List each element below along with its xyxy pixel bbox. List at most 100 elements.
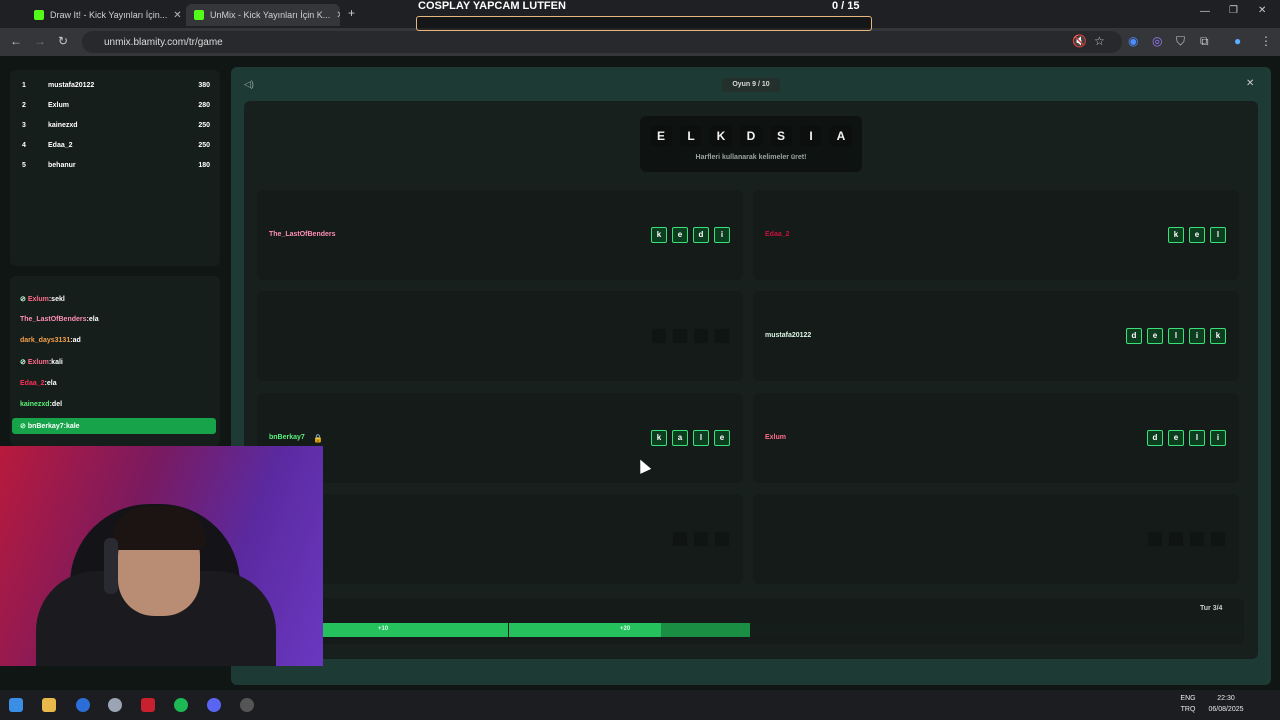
chat-username[interactable]: dark_days3131 xyxy=(20,337,70,344)
close-tab-icon[interactable]: ✕ xyxy=(173,10,181,21)
chrome-icon[interactable] xyxy=(76,698,90,712)
player-name: mustafa20122 xyxy=(48,82,95,89)
word-letter-tile xyxy=(693,531,709,547)
lang-line: ENG xyxy=(1180,695,1196,702)
chat-username[interactable]: Edaa_2 xyxy=(20,380,45,387)
word-letter-tile xyxy=(1189,531,1205,547)
chat-message: ⊘ bnBerkay7:kale xyxy=(20,422,80,430)
profile-avatar-icon[interactable]: ● xyxy=(1234,34,1241,48)
system-clock[interactable]: 22:30 06/08/2025 xyxy=(1208,693,1244,715)
word-letter-tile: i xyxy=(1210,430,1226,446)
extensions-puzzle-icon[interactable]: ⧉ xyxy=(1200,34,1209,49)
card-player-name: bnBerkay7 xyxy=(269,434,305,441)
word-letter-tile: e xyxy=(1147,328,1163,344)
lock-icon: 🔒 xyxy=(313,434,323,443)
app-icon[interactable] xyxy=(108,698,122,712)
player-score: 250 xyxy=(198,122,210,129)
player-card: Exlum d e l i xyxy=(753,393,1239,483)
minimize-icon[interactable]: — xyxy=(1200,6,1210,17)
chat-text: sekl xyxy=(51,296,65,303)
leaderboard-row: 5 behanur 180 xyxy=(22,162,210,174)
maximize-icon[interactable]: ❐ xyxy=(1229,5,1238,16)
chat-text: ela xyxy=(46,380,57,387)
windows-start-icon[interactable] xyxy=(9,698,23,712)
mute-tab-icon[interactable]: 🔇 xyxy=(1072,34,1087,48)
bookmark-star-icon[interactable]: ☆ xyxy=(1094,34,1105,48)
word-letter-tile: d xyxy=(693,227,709,243)
word-letter-tile xyxy=(714,531,730,547)
player-card: Edaa_2 k e l xyxy=(753,190,1239,280)
letter-tile: D xyxy=(740,126,762,146)
word-letter-tile: k xyxy=(651,227,667,243)
forward-icon[interactable]: → xyxy=(34,34,46,48)
word-letter-tile: e xyxy=(1189,227,1205,243)
close-window-icon[interactable]: ✕ xyxy=(1258,5,1266,16)
chat-message: ⊘ Exlum:sekl xyxy=(20,295,65,303)
extension-eye-icon[interactable]: ◎ xyxy=(1152,34,1162,48)
word-letter-tile: d xyxy=(1147,430,1163,446)
player-card: bnBerkay7 🔒 k a l e xyxy=(257,393,743,483)
tab-unmix[interactable]: UnMix - Kick Yayınları İçin K... ✕ xyxy=(186,4,340,26)
file-explorer-icon[interactable] xyxy=(42,698,56,712)
headset-icon xyxy=(104,538,118,594)
chat-username[interactable]: bnBerkay7 xyxy=(28,423,64,430)
rank: 5 xyxy=(22,162,26,169)
close-tab-icon[interactable]: ✕ xyxy=(336,10,340,21)
player-card: mustafa20122 d e l i k xyxy=(753,291,1239,381)
chat-message: kainezxd:del xyxy=(20,401,62,408)
shield-icon[interactable]: ⛉ xyxy=(1176,34,1185,49)
new-tab-icon[interactable]: + xyxy=(348,6,355,20)
menu-icon[interactable]: ⋮ xyxy=(1260,34,1272,48)
letter-tile: K xyxy=(710,126,732,146)
clock-time: 22:30 xyxy=(1217,695,1235,702)
reload-icon[interactable]: ↻ xyxy=(58,34,68,48)
rank: 2 xyxy=(22,102,26,109)
chat-text: del xyxy=(51,401,63,408)
word-letter-tile: i xyxy=(714,227,730,243)
player-score: 180 xyxy=(198,162,210,169)
chat-message: The_LastOfBenders:ela xyxy=(20,316,99,323)
word-letter-tile xyxy=(1168,531,1184,547)
word-letter-tile: k xyxy=(1168,227,1184,243)
chat-username[interactable]: Exlum xyxy=(28,359,49,366)
back-icon[interactable]: ← xyxy=(10,34,22,48)
player-card xyxy=(257,291,743,381)
progress-label: +10 xyxy=(378,626,389,632)
hint-text: Harfleri kullanarak kelimeler üret! xyxy=(695,154,807,161)
close-icon[interactable]: ✕ xyxy=(1246,78,1254,89)
letter-tile: S xyxy=(770,126,792,146)
kick-favicon-icon xyxy=(194,10,204,20)
leaderboard-row: 3 kainezxd 250 xyxy=(22,122,210,134)
word-letter-tile: d xyxy=(1126,328,1142,344)
obs-app-icon[interactable] xyxy=(141,698,155,712)
progress-panel xyxy=(257,598,1244,644)
goal-count: 0 / 15 xyxy=(832,0,860,12)
lang-line: TRQ xyxy=(1180,706,1196,713)
card-player-name: mustafa20122 xyxy=(765,332,812,339)
spotify-icon[interactable] xyxy=(174,698,188,712)
kick-favicon-icon xyxy=(34,10,44,20)
chat-username[interactable]: Exlum xyxy=(28,296,49,303)
player-card: The_LastOfBenders k e d i xyxy=(257,190,743,280)
app-icon[interactable] xyxy=(240,698,254,712)
chat-message: dark_days3131:ad xyxy=(20,337,81,344)
address-bar[interactable]: unmix.blamity.com/tr/game xyxy=(82,31,1122,53)
chat-username[interactable]: The_LastOfBenders xyxy=(20,316,87,323)
sound-icon[interactable]: ◁) xyxy=(244,79,254,90)
extension-icon[interactable]: ◉ xyxy=(1128,34,1138,48)
leaderboard-row: 2 Exlum 280 xyxy=(22,102,210,114)
letters-panel: ELKDSIA Harfleri kullanarak kelimeler ür… xyxy=(640,116,862,172)
tab-draw-it[interactable]: Draw It! - Kick Yayınları İçin... ✕ xyxy=(26,4,182,26)
language-indicator[interactable]: ENG TRQ xyxy=(1176,693,1200,715)
word-letter-tile: e xyxy=(714,430,730,446)
discord-icon[interactable] xyxy=(207,698,221,712)
progress-segment xyxy=(509,623,661,637)
rank: 1 xyxy=(22,82,26,89)
tab-title: UnMix - Kick Yayınları İçin K... xyxy=(210,10,331,20)
leaderboard-row: 1 mustafa20122 380 xyxy=(22,82,210,94)
letter-tile: L xyxy=(680,126,702,146)
chat-username[interactable]: kainezxd xyxy=(20,401,50,408)
chat-text: ela xyxy=(88,316,99,323)
word-letter-tile: l xyxy=(1189,430,1205,446)
badge-icon: ⊘ xyxy=(20,423,28,430)
